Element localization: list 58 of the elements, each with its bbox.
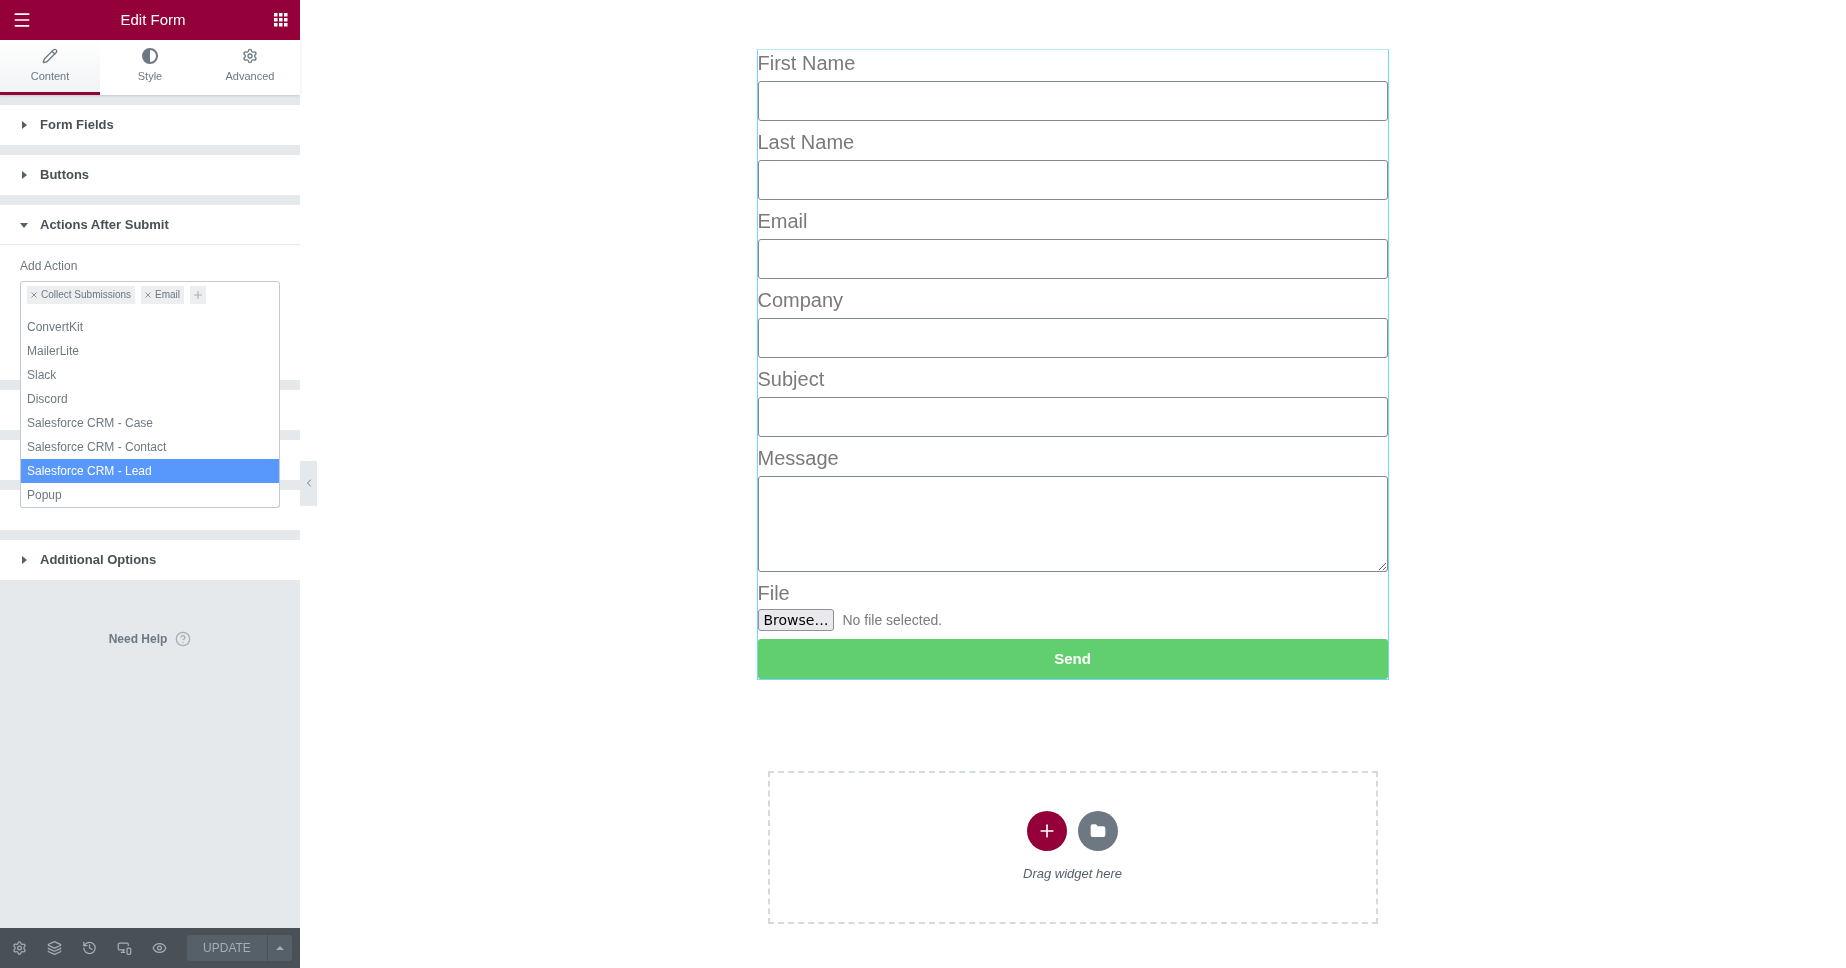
- dropdown-option[interactable]: Salesforce CRM - Contact: [21, 435, 279, 459]
- gear-icon: [242, 47, 258, 64]
- drop-zone-hint: Drag widget here: [1023, 865, 1122, 884]
- remove-icon[interactable]: [145, 291, 152, 298]
- remove-icon[interactable]: [31, 291, 37, 298]
- field-label: Message: [757, 446, 840, 471]
- settings-icon[interactable]: [12, 940, 27, 956]
- caret-up-icon[interactable]: [267, 935, 292, 961]
- dropdown-option[interactable]: ConvertKit: [21, 315, 279, 339]
- help-link[interactable]: Need Help: [108, 630, 168, 648]
- field-label: Subject: [757, 367, 826, 392]
- caret-icon: [20, 556, 28, 564]
- menu-icon[interactable]: [12, 10, 32, 30]
- action-tag[interactable]: Email: [141, 285, 185, 304]
- dropdown-option[interactable]: MailerLite: [21, 339, 279, 363]
- panel-tab[interactable]: Advanced: [200, 40, 300, 95]
- panel-tab[interactable]: Content: [0, 40, 100, 95]
- field-label: File: [757, 581, 791, 606]
- contrast-icon: [142, 47, 158, 64]
- field-label: Last Name: [757, 130, 856, 155]
- action-tag[interactable]: Collect Submissions: [27, 285, 136, 304]
- folder-icon: [1090, 823, 1106, 840]
- panel-tab[interactable]: Style: [100, 40, 200, 95]
- grid-icon[interactable]: [274, 13, 288, 27]
- field-label: Email: [757, 209, 809, 234]
- section-header[interactable]: Buttons: [0, 155, 300, 195]
- devices-icon[interactable]: [117, 940, 132, 956]
- field-label: First Name: [757, 51, 857, 76]
- caret-icon: [20, 171, 28, 179]
- file-status: No file selected.: [842, 610, 943, 630]
- layers-icon[interactable]: [47, 940, 62, 956]
- text-field[interactable]: [757, 160, 1388, 200]
- text-field[interactable]: [757, 81, 1388, 121]
- browse-button[interactable]: Browse…: [757, 609, 835, 631]
- update-button[interactable]: UPDATE: [187, 935, 267, 961]
- message-field[interactable]: [757, 476, 1388, 572]
- caret-icon: [20, 121, 28, 129]
- field-label: Company: [757, 288, 845, 313]
- text-field[interactable]: [757, 318, 1388, 358]
- history-icon[interactable]: [82, 940, 97, 956]
- section-header[interactable]: Additional Options: [0, 540, 300, 580]
- panel-title: Edit Form: [120, 9, 186, 30]
- template-library-button[interactable]: [1078, 811, 1118, 852]
- field-label: Add Action: [20, 258, 79, 275]
- dropdown-option[interactable]: Popup: [21, 483, 279, 507]
- help-icon[interactable]: [175, 631, 192, 647]
- dropdown-option[interactable]: Salesforce CRM - Case: [21, 411, 279, 435]
- dropdown-option[interactable]: Salesforce CRM - Lead: [21, 459, 279, 483]
- caret-icon: [20, 220, 28, 229]
- dropdown-option[interactable]: Slack: [21, 363, 279, 387]
- section-header[interactable]: Actions After Submit: [0, 205, 300, 245]
- add-widget-button[interactable]: [1027, 811, 1067, 852]
- text-field[interactable]: [757, 239, 1388, 279]
- text-field[interactable]: [757, 397, 1388, 437]
- pencil-icon: [42, 47, 58, 64]
- dropdown-option[interactable]: Discord: [21, 387, 279, 411]
- section-header[interactable]: Form Fields: [0, 105, 300, 145]
- eye-icon[interactable]: [152, 940, 167, 956]
